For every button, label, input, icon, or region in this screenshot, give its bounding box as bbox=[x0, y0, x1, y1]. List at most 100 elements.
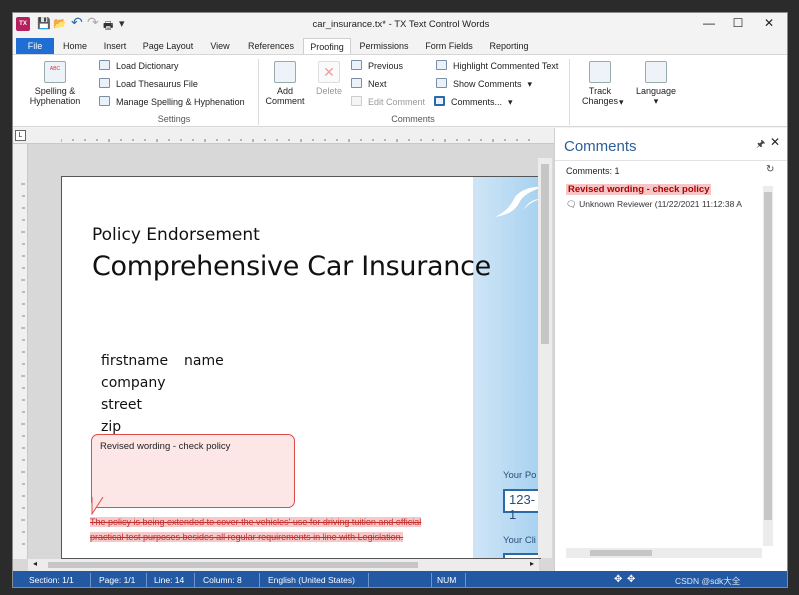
comment-bubble-icon: 🗨 bbox=[566, 199, 577, 209]
manage-spelling-icon bbox=[99, 96, 110, 106]
tab-stop-selector[interactable]: L bbox=[15, 130, 26, 141]
edit-comment-label: Edit Comment bbox=[368, 97, 426, 107]
add-comment-button[interactable]: Add Comment bbox=[263, 61, 307, 106]
tab-proofing[interactable]: Proofing bbox=[303, 38, 351, 54]
delete-comment-button[interactable]: ✕ Delete bbox=[311, 61, 347, 96]
tab-view[interactable]: View bbox=[206, 38, 234, 54]
comments-menu-label: Comments... bbox=[451, 97, 503, 107]
document-vertical-scrollbar[interactable] bbox=[538, 158, 552, 558]
merge-field-company[interactable]: company bbox=[101, 375, 166, 391]
spelling-hyphenation-button[interactable]: ABC Spelling & Hyphenation bbox=[21, 61, 89, 106]
load-dictionary-button[interactable]: Load Dictionary bbox=[99, 59, 179, 73]
next-comment-button[interactable]: Next bbox=[351, 77, 387, 91]
tab-file[interactable]: File bbox=[16, 38, 54, 54]
refresh-icon[interactable]: ↻ bbox=[766, 164, 774, 175]
add-comment-label-line2: Comment bbox=[265, 96, 305, 106]
status-separator bbox=[368, 573, 369, 587]
comment-bubble-tail bbox=[91, 497, 104, 515]
document-area: L Policy Endorsement Comprehensive Car I… bbox=[13, 128, 554, 571]
load-thesaurus-button[interactable]: Load Thesaurus File bbox=[99, 77, 198, 91]
comment-list-item[interactable]: Revised wording - check policy 🗨 Unknown… bbox=[566, 184, 766, 210]
ribbon-tabs: File Home Insert Page Layout View Refere… bbox=[13, 38, 787, 54]
form-field-policy-number[interactable]: 123-1 bbox=[503, 489, 540, 522]
vertical-ruler-ticks bbox=[21, 183, 25, 545]
merge-field-street[interactable]: street bbox=[101, 397, 142, 413]
tab-form-fields[interactable]: Form Fields bbox=[421, 38, 477, 54]
add-comment-label-line1: Add bbox=[276, 86, 293, 96]
spelling-icon: ABC bbox=[44, 61, 66, 83]
load-thesaurus-label: Load Thesaurus File bbox=[116, 79, 198, 89]
load-dictionary-label: Load Dictionary bbox=[116, 61, 179, 71]
delete-icon: ✕ bbox=[318, 61, 340, 83]
show-comments-icon bbox=[436, 78, 447, 88]
delete-label: Delete bbox=[315, 86, 342, 96]
vertical-ruler[interactable] bbox=[13, 144, 28, 559]
tab-insert[interactable]: Insert bbox=[98, 38, 132, 54]
manage-spelling-button[interactable]: Manage Spelling & Hyphenation bbox=[99, 95, 245, 109]
pin-icon[interactable]: 🖈 bbox=[756, 137, 765, 154]
scroll-left-icon[interactable]: ◂ bbox=[33, 559, 37, 568]
merge-field-name[interactable]: name bbox=[184, 353, 224, 369]
document-page[interactable]: Policy Endorsement Comprehensive Car Ins… bbox=[61, 176, 541, 559]
vertical-scroll-thumb[interactable] bbox=[541, 164, 549, 344]
merge-field-firstname[interactable]: firstname bbox=[101, 353, 168, 369]
settings-group-label: Settings bbox=[157, 114, 191, 124]
comments-group-label: Comments bbox=[391, 114, 435, 124]
comments-pane: Comments 🖈 ✕ Comments: 1 ↻ Revised wordi… bbox=[554, 128, 787, 571]
status-num-lock: NUM bbox=[437, 575, 457, 585]
comments-vertical-scrollbar[interactable] bbox=[763, 186, 773, 546]
chevron-down-icon: ▾ bbox=[653, 96, 659, 106]
form-label-policy: Your Po bbox=[503, 470, 537, 481]
highlight-commented-text-button[interactable]: Highlight Commented Text bbox=[436, 59, 558, 73]
edit-comment-icon bbox=[351, 96, 362, 106]
status-line: Line: 14 bbox=[154, 575, 185, 585]
pane-divider bbox=[555, 160, 787, 161]
watermark-text: CSDN @sdk大全 bbox=[675, 576, 741, 586]
previous-icon bbox=[351, 60, 362, 70]
status-bar: Section: 1/1 Page: 1/1 Line: 14 Column: … bbox=[13, 571, 787, 587]
ribbon-separator bbox=[569, 59, 570, 125]
status-separator bbox=[146, 573, 147, 587]
tab-reporting[interactable]: Reporting bbox=[485, 38, 533, 54]
window-title: car_insurance.tx* - TX Text Control Word… bbox=[312, 19, 490, 30]
status-separator bbox=[465, 573, 466, 587]
comment-timestamp: (11/22/2021 11:12:38 A bbox=[654, 199, 742, 209]
horizontal-scroll-thumb[interactable] bbox=[48, 562, 418, 568]
comment-bubble-text: Revised wording - check policy bbox=[100, 441, 231, 452]
previous-comment-button[interactable]: Previous bbox=[351, 59, 403, 73]
deleted-text-line2[interactable]: practical test purposes besides all regu… bbox=[90, 532, 404, 542]
comments-hscroll-thumb[interactable] bbox=[590, 550, 652, 556]
tab-page-layout[interactable]: Page Layout bbox=[139, 38, 197, 54]
scroll-right-icon[interactable]: ▸ bbox=[530, 559, 534, 568]
status-separator bbox=[194, 573, 195, 587]
comment-item-meta: 🗨 Unknown Reviewer (11/22/2021 11:12:38 … bbox=[566, 199, 766, 210]
close-button[interactable]: ✕ bbox=[754, 16, 784, 30]
comments-pane-icon bbox=[434, 96, 445, 106]
view-mode-icon[interactable]: ✥ bbox=[614, 574, 622, 585]
ribbon-separator bbox=[258, 59, 259, 125]
track-changes-button[interactable]: Track Changes ▾ bbox=[575, 61, 625, 107]
merge-field-zip[interactable]: zip bbox=[101, 419, 121, 435]
highlight-icon bbox=[436, 60, 447, 70]
status-language[interactable]: English (United States) bbox=[268, 575, 355, 585]
tab-home[interactable]: Home bbox=[58, 38, 92, 54]
document-horizontal-scrollbar[interactable]: ◂ ▸ bbox=[28, 559, 539, 571]
horizontal-ruler[interactable]: L bbox=[13, 128, 554, 144]
title-bar: TX 💾 📂 ↶ ↷ 🖶 ▾ car_insurance.tx* - TX Te… bbox=[13, 13, 787, 37]
tab-permissions[interactable]: Permissions bbox=[356, 38, 412, 54]
comments-scroll-thumb[interactable] bbox=[764, 192, 772, 520]
comments-horizontal-scrollbar[interactable] bbox=[566, 548, 762, 558]
language-button[interactable]: Language ▾ bbox=[631, 61, 681, 106]
deleted-text-line1[interactable]: The policy is being extended to cover th… bbox=[90, 517, 422, 527]
tab-references[interactable]: References bbox=[243, 38, 299, 54]
edit-comment-button[interactable]: Edit Comment bbox=[351, 95, 425, 109]
zoom-fit-icon[interactable]: ✥ bbox=[627, 574, 635, 585]
swoosh-graphic bbox=[495, 186, 540, 217]
show-comments-button[interactable]: Show Comments ▾ bbox=[436, 77, 532, 91]
close-pane-icon[interactable]: ✕ bbox=[770, 135, 780, 149]
show-comments-label: Show Comments bbox=[453, 79, 522, 89]
minimize-button[interactable]: — bbox=[694, 16, 724, 30]
maximize-button[interactable]: ☐ bbox=[723, 16, 753, 30]
comment-bubble[interactable]: Revised wording - check policy bbox=[91, 434, 295, 508]
comments-menu-button[interactable]: Comments... ▾ bbox=[434, 95, 513, 109]
